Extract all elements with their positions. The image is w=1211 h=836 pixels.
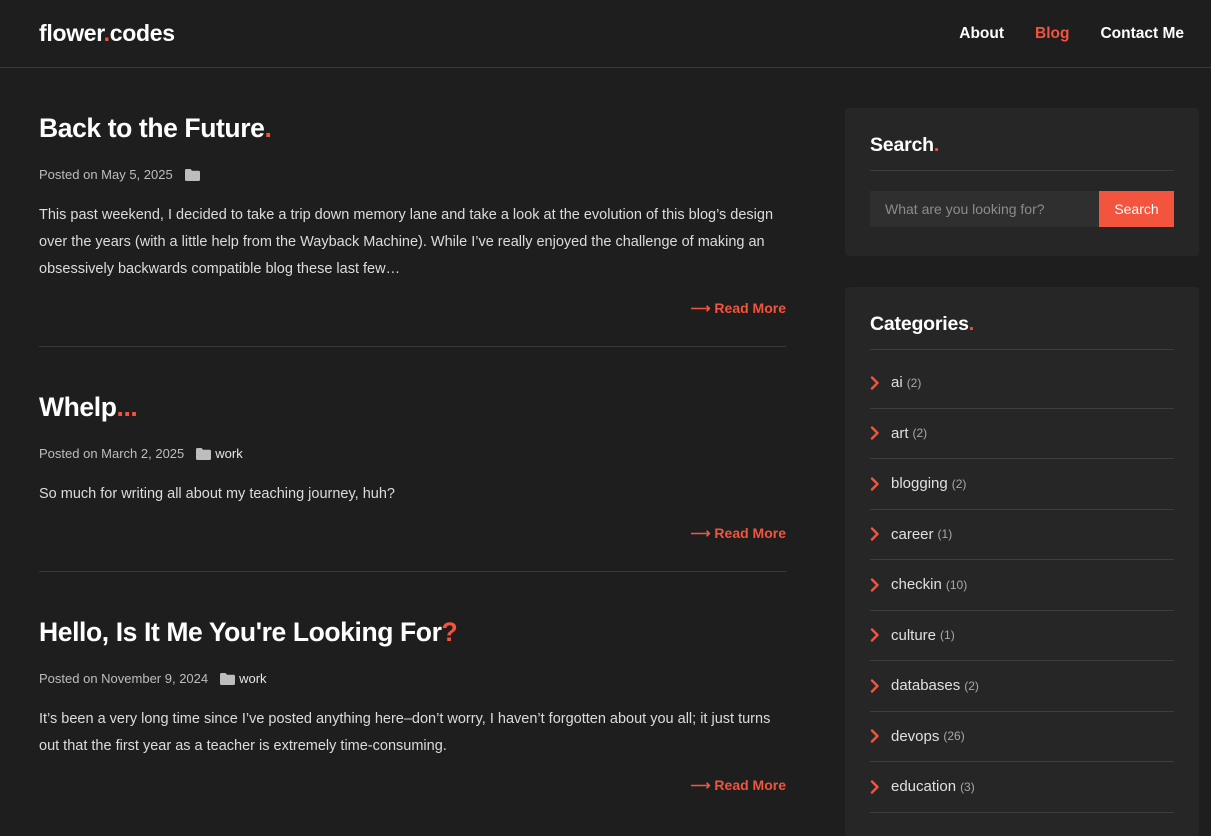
category-count: (2) — [964, 678, 979, 693]
read-more-row: ⟶ Read More — [39, 525, 786, 542]
post-date: Posted on May 5, 2025 — [39, 166, 173, 182]
read-more-link[interactable]: ⟶ Read More — [690, 777, 786, 793]
arrow-right-icon: ⟶ — [690, 300, 711, 316]
chevron-right-icon — [870, 376, 891, 390]
category-item[interactable]: ai (2) — [870, 358, 1174, 409]
read-more-label: Read More — [714, 300, 786, 316]
sidebar: Search. Search Categories. ai(2)art(2)bl… — [845, 68, 1199, 836]
post-card: Back to the Future. Posted on May 5, 202… — [39, 68, 786, 347]
post-title[interactable]: Whelp... — [39, 391, 786, 423]
category-count: (10) — [945, 577, 968, 592]
nav-contact[interactable]: Contact Me — [1100, 25, 1184, 43]
post-card: Hello, Is It Me You're Looking For? Post… — [39, 572, 786, 823]
nav-about[interactable]: About — [959, 25, 1004, 43]
folder-icon — [184, 168, 200, 181]
category-count: (1) — [940, 628, 955, 643]
category-name: culture — [891, 626, 937, 644]
categories-widget: Categories. ai (2) art (2) blogging (2) career… — [845, 287, 1199, 836]
category-name: blogging — [891, 475, 948, 493]
chevron-right-icon — [870, 527, 891, 541]
post-excerpt: This past weekend, I decided to take a t… — [39, 207, 774, 277]
chevron-right-icon — [870, 628, 891, 642]
chevron-right-icon — [870, 780, 891, 794]
post-category-link[interactable]: work — [215, 446, 242, 461]
page-body: Back to the Future. Posted on May 5, 202… — [0, 68, 1211, 836]
site-logo[interactable]: flower.codes — [39, 20, 175, 47]
category-item[interactable]: culture (1) — [870, 611, 1174, 661]
search-button[interactable]: Search — [1099, 191, 1174, 227]
folder-icon — [220, 672, 236, 685]
category-item[interactable]: career (1) — [870, 510, 1174, 560]
post-title-suffix: ... — [116, 392, 138, 422]
post-excerpt: So much for writing all about my teachin… — [39, 486, 395, 502]
search-title-dot: . — [933, 134, 940, 156]
category-name: art — [891, 424, 909, 442]
categories-title-text: Categories — [870, 313, 969, 335]
category-item[interactable]: checkin (10) — [870, 560, 1174, 611]
category-item[interactable]: education (3) — [870, 762, 1174, 813]
chevron-right-icon — [870, 729, 891, 743]
read-more-row: ⟶ Read More — [39, 300, 786, 317]
chevron-right-icon — [870, 679, 891, 693]
arrow-right-icon: ⟶ — [690, 777, 711, 793]
category-list: ai (2) art (2) blogging (2) career (1) checkin (1… — [870, 358, 1174, 813]
post-title-suffix: ? — [441, 617, 458, 647]
post-title-text: Whelp — [39, 392, 117, 422]
category-count: (2) — [912, 426, 928, 441]
categories-widget-title: Categories. — [870, 313, 1174, 350]
post-card: Whelp... Posted on March 2, 2025 work So… — [39, 347, 786, 572]
category-name: ai — [891, 374, 903, 392]
category-name: checkin — [891, 576, 942, 594]
read-more-label: Read More — [714, 777, 786, 793]
post-list: Back to the Future. Posted on May 5, 202… — [39, 68, 786, 836]
logo-text-pre: flower — [39, 20, 104, 46]
category-count: (2) — [951, 476, 967, 491]
post-meta: Posted on March 2, 2025 work — [39, 444, 786, 462]
logo-text-post: codes — [109, 20, 175, 46]
site-header: flower.codes About Blog Contact Me — [0, 0, 1211, 68]
read-more-link[interactable]: ⟶ Read More — [690, 525, 786, 541]
category-item[interactable]: art (2) — [870, 409, 1174, 459]
category-name: career — [891, 525, 934, 543]
category-item[interactable]: devops (26) — [870, 712, 1174, 762]
post-category-link[interactable]: work — [239, 671, 266, 686]
arrow-right-icon: ⟶ — [690, 525, 711, 541]
category-count: (26) — [943, 729, 965, 744]
read-more-row: ⟶ Read More — [39, 777, 786, 794]
read-more-link[interactable]: ⟶ Read More — [690, 300, 786, 316]
post-meta: Posted on May 5, 2025 — [39, 165, 786, 183]
category-name: education — [891, 778, 957, 796]
chevron-right-icon — [870, 426, 891, 440]
search-input[interactable] — [870, 191, 1099, 227]
category-count: (1) — [937, 527, 953, 542]
post-title-suffix: . — [264, 113, 272, 143]
folder-icon — [196, 447, 212, 460]
post-excerpt: It’s been a very long time since I’ve po… — [39, 711, 771, 754]
category-count: (2) — [906, 375, 922, 390]
category-item[interactable]: databases (2) — [870, 661, 1174, 712]
nav-blog[interactable]: Blog — [1035, 25, 1069, 43]
search-widget-title: Search. — [870, 134, 1174, 171]
post-title-text: Hello, Is It Me You're Looking For — [39, 617, 442, 647]
post-title[interactable]: Hello, Is It Me You're Looking For? — [39, 616, 786, 648]
chevron-right-icon — [870, 477, 891, 491]
category-item[interactable]: blogging (2) — [870, 459, 1174, 510]
categories-title-dot: . — [968, 313, 975, 335]
search-widget: Search. Search — [845, 108, 1199, 256]
post-date: Posted on November 9, 2024 — [39, 670, 209, 686]
chevron-right-icon — [870, 578, 891, 592]
search-form: Search — [870, 191, 1174, 227]
read-more-label: Read More — [714, 525, 786, 541]
category-count: (3) — [960, 779, 975, 794]
category-name: devops — [891, 727, 940, 745]
post-title[interactable]: Back to the Future. — [39, 112, 786, 144]
post-title-text: Back to the Future — [39, 113, 265, 143]
search-title-text: Search — [870, 134, 934, 156]
main-nav: About Blog Contact Me — [959, 25, 1184, 43]
post-date: Posted on March 2, 2025 — [39, 445, 185, 461]
post-meta: Posted on November 9, 2024 work — [39, 669, 786, 687]
category-name: databases — [891, 677, 961, 695]
